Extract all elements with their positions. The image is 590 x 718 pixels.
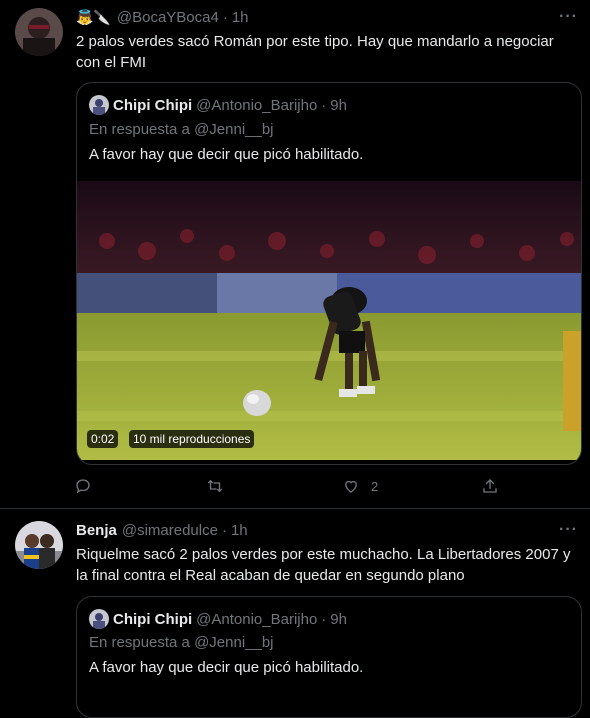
- quote-handle: @Antonio_Barijho: [196, 610, 318, 628]
- display-name[interactable]: Benja: [76, 522, 117, 539]
- quote-reply-to: En respuesta a @Jenni__bj: [89, 634, 274, 651]
- retweet-icon: [207, 479, 223, 493]
- timestamp[interactable]: 1h: [231, 522, 248, 539]
- avatar-chipi-chipi: [89, 95, 109, 115]
- video-views-badge: 10 mil reproducciones: [129, 430, 255, 448]
- share-icon: [483, 479, 497, 493]
- quote-header: Chipi Chipi @Antonio_Barijho · 9h: [89, 95, 347, 115]
- quote-timestamp: 9h: [330, 96, 347, 114]
- quote-text: A favor hay que decir que picó habilitad…: [89, 659, 364, 676]
- quote-timestamp: 9h: [330, 610, 347, 628]
- quote-tweet[interactable]: Chipi Chipi @Antonio_Barijho · 9h En res…: [76, 596, 582, 718]
- more-options-icon[interactable]: ···: [559, 521, 578, 539]
- tweet-bocayboca4[interactable]: 👼🔪 @BocaYBoca4 · 1h ··· 2 palos verdes s…: [0, 0, 590, 508]
- tweet-simaredulce[interactable]: Benja @simaredulce · 1h ··· Riquelme sac…: [0, 509, 590, 718]
- display-name-emoji[interactable]: 👼🔪: [76, 9, 111, 26]
- reply-icon: [76, 479, 90, 494]
- dot-separator: ·: [221, 522, 227, 539]
- reply-button[interactable]: [74, 477, 92, 495]
- quote-name: Chipi Chipi: [113, 96, 193, 114]
- handle[interactable]: @simaredulce: [122, 522, 218, 539]
- tweet-header: Benja @simaredulce · 1h: [76, 522, 248, 539]
- handle[interactable]: @BocaYBoca4: [117, 9, 219, 26]
- tweet-header: 👼🔪 @BocaYBoca4 · 1h: [76, 9, 249, 26]
- avatar-benja[interactable]: [15, 521, 63, 569]
- video-player[interactable]: 0:02 10 mil reproducciones: [77, 181, 581, 460]
- quote-tweet[interactable]: Chipi Chipi @Antonio_Barijho · 9h En res…: [76, 82, 582, 465]
- avatar-chipi-chipi: [89, 609, 109, 629]
- more-options-icon[interactable]: ···: [559, 8, 578, 26]
- dot-separator: ·: [321, 96, 327, 114]
- dot-separator: ·: [222, 9, 228, 26]
- avatar-bocayboca4[interactable]: [15, 8, 63, 56]
- tweet-text: Riquelme sacó 2 palos verdes por este mu…: [76, 546, 571, 584]
- retweet-button[interactable]: [205, 477, 225, 495]
- tweet-actions: 2: [74, 477, 514, 497]
- quote-text: A favor hay que decir que picó habilitad…: [89, 146, 364, 163]
- tweet-text: 2 palos verdes sacó Román por este tipo.…: [76, 33, 554, 71]
- quote-handle: @Antonio_Barijho: [196, 96, 318, 114]
- like-count: 2: [371, 478, 379, 494]
- share-button[interactable]: [481, 477, 499, 495]
- video-duration-badge: 0:02: [87, 430, 119, 448]
- quote-header: Chipi Chipi @Antonio_Barijho · 9h: [89, 609, 347, 629]
- like-button[interactable]: 2: [342, 477, 378, 495]
- quote-name: Chipi Chipi: [113, 610, 193, 628]
- heart-icon: [345, 480, 357, 493]
- timestamp[interactable]: 1h: [232, 9, 249, 26]
- dot-separator: ·: [321, 610, 327, 628]
- quote-reply-to: En respuesta a @Jenni__bj: [89, 121, 274, 138]
- video-thumbnail: [77, 181, 581, 460]
